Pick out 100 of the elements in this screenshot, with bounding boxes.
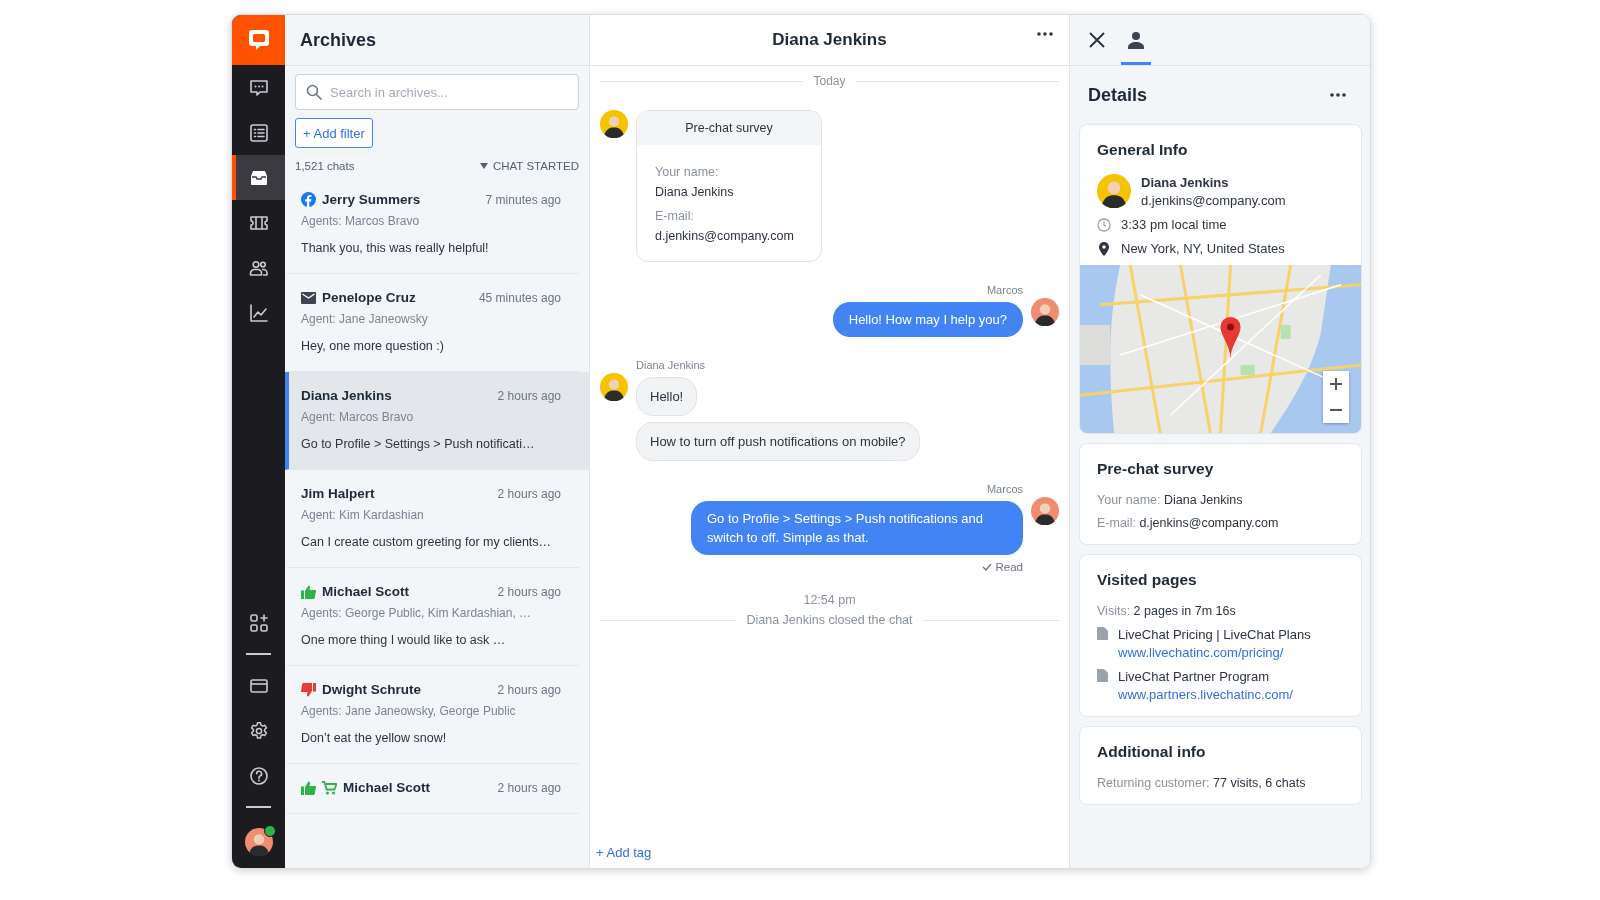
chat-time: 7 minutes ago [485, 192, 561, 207]
chat-list-item[interactable]: Jerry Summers 7 minutes ago Agents: Marcos Bravo Thank you, this was really helpful! [285, 176, 579, 274]
author-name: Marcos [986, 483, 1023, 495]
agent-names: Agents: George Public, Kim Kardashian, … [301, 606, 533, 620]
message-preview: One more thing I would like to ask … [301, 633, 507, 647]
sort-button[interactable]: CHAT STARTED [479, 160, 579, 172]
apps-icon [248, 612, 269, 633]
author-name: Diana Jenkins [636, 359, 706, 371]
help-icon [248, 765, 269, 786]
chat-time: 2 hours ago [497, 682, 561, 697]
chat-list-item[interactable]: Michael Scott 2 hours ago Agents: George Public, Kim Kardashian, … One more thing I would like to ask … [285, 568, 579, 666]
chat-list-item[interactable]: Dwight Schrute 2 hours ago Agents: Jane Janeowsky, George Public Don’t eat the yellow snow! [285, 666, 579, 764]
info-field: E-mail: d.jenkins@company.com [1097, 516, 1344, 530]
chat-list-item[interactable]: Michael Scott 2 hours ago [285, 764, 579, 814]
customer-name: Diana Jenkins [301, 388, 393, 403]
customer-name: Diana Jenkins [1141, 174, 1230, 190]
field-label: Your name: [655, 165, 720, 179]
date-separator: Today [813, 74, 846, 88]
envelope-icon [301, 291, 316, 304]
chat-list-item[interactable]: Diana Jenkins 2 hours ago Agent: Marcos Bravo Go to Profile > Settings > Push notificati… [285, 372, 589, 470]
more-button[interactable] [1330, 93, 1346, 97]
cart-icon [322, 780, 337, 795]
agent-names: Agents: Marcos Bravo [301, 214, 421, 228]
check-icon [981, 563, 992, 571]
line-chart-icon [248, 302, 269, 323]
customer-name: Dwight Schrute [322, 682, 422, 697]
chat-time: 45 minutes ago [478, 290, 561, 305]
customer-name: Michael Scott [343, 780, 432, 795]
message-preview: Hey, one more question :) [301, 339, 445, 353]
plus-icon [1330, 378, 1342, 390]
message-preview: Go to Profile > Settings > Push notificati… [301, 437, 536, 451]
page-link[interactable]: www.partners.livechatinc.com/ [1118, 687, 1293, 702]
event-time: 12:54 pm [803, 593, 856, 607]
card-title: Additional info [1097, 743, 1207, 761]
chat-time: 2 hours ago [497, 584, 561, 599]
agent-message: Go to Profile > Settings > Push notifications and switch to off. Simple as that. [691, 501, 1023, 555]
page-title: LiveChat Partner Program [1118, 669, 1270, 684]
settings-icon [248, 720, 269, 741]
zoom-out-button[interactable] [1323, 397, 1349, 423]
card-title: Visited pages [1097, 571, 1198, 589]
add-filter-button[interactable]: + Add filter [295, 118, 373, 148]
thumbs-up-icon [301, 780, 316, 795]
document-icon [1097, 627, 1108, 640]
add-tag-link[interactable]: + Add tag [596, 845, 652, 868]
customer-email: d.jenkins@company.com [1141, 192, 1286, 208]
caret-icon [479, 163, 488, 169]
search-field[interactable]: Search in archives... [295, 74, 579, 110]
field-label: E-mail: [655, 209, 695, 223]
field-value: d.jenkins@company.com [655, 229, 795, 243]
card-title: General Info [1097, 141, 1189, 159]
chat-time: 2 hours ago [497, 780, 561, 795]
agent-names: Agent: Jane Janeowsky [301, 312, 429, 326]
page-title: LiveChat Pricing | LiveChat Plans [1118, 627, 1311, 642]
nav-button[interactable] [232, 155, 285, 200]
profile-avatar [244, 828, 273, 856]
location-pin-icon [1097, 241, 1111, 256]
close-icon [1089, 32, 1105, 48]
thumbs-up-icon [301, 584, 316, 599]
person-icon [1127, 31, 1145, 49]
message-preview: Don’t eat the yellow snow! [301, 731, 448, 745]
customer-name: Michael Scott [322, 584, 411, 599]
agent-names: Agents: Jane Janeowsky, George Public [301, 704, 517, 718]
document-icon [1097, 669, 1108, 682]
more-icon [1330, 93, 1346, 97]
author-name: Marcos [986, 284, 1023, 296]
more-button[interactable] [1037, 32, 1053, 36]
speech-bubble-icon [248, 77, 269, 98]
chat-closed-notice: Diana Jenkins closed the chat [746, 613, 913, 627]
customer-name: Jim Halpert [301, 486, 376, 501]
chat-time: 2 hours ago [497, 486, 561, 501]
agent-names: Agent: Kim Kardashian [301, 508, 425, 522]
customer-message: Hello! [636, 377, 698, 416]
info-field: Your name: Diana Jenkins [1097, 493, 1344, 507]
chat-title: Diana Jenkins [772, 30, 887, 50]
message-preview: Thank you, this was really helpful! [301, 241, 490, 255]
customer-avatar [1097, 174, 1131, 208]
agent-avatar [1031, 497, 1059, 525]
agent-names: Agent: Marcos Bravo [301, 410, 415, 424]
info-field: Visits: 2 pages in 7m 16s [1097, 604, 1344, 618]
chat-count: 1,521 chats [295, 160, 355, 172]
chat-list-item[interactable]: Jim Halpert 2 hours ago Agent: Kim Kardashian Can I create custom greeting for my clients… [285, 470, 579, 568]
minus-icon [1330, 409, 1342, 411]
list-icon [248, 122, 269, 143]
zoom-in-button[interactable] [1323, 371, 1349, 397]
facebook-icon [301, 192, 316, 207]
clock-icon [1097, 217, 1111, 232]
local-time: 3:33 pm local time [1121, 217, 1227, 232]
read-status: Read [995, 561, 1023, 573]
agent-avatar [1031, 298, 1059, 326]
location: New York, NY, United States [1121, 241, 1285, 256]
page-link[interactable]: www.livechatinc.com/pricing/ [1118, 645, 1311, 660]
customer-name: Jerry Summers [322, 192, 422, 207]
message-preview: Can I create custom greeting for my clients… [301, 535, 553, 549]
field-value: Diana Jenkins [655, 185, 735, 199]
chat-time: 2 hours ago [497, 388, 561, 403]
customer-message: How to turn off push notifications on mobile? [636, 422, 920, 461]
customer-name: Penelope Cruz [322, 290, 417, 305]
panel-title: Archives [300, 29, 377, 51]
card-title: Pre-chat survey [1097, 460, 1215, 478]
info-field: Returning customer: 77 visits, 6 chats [1097, 776, 1344, 790]
